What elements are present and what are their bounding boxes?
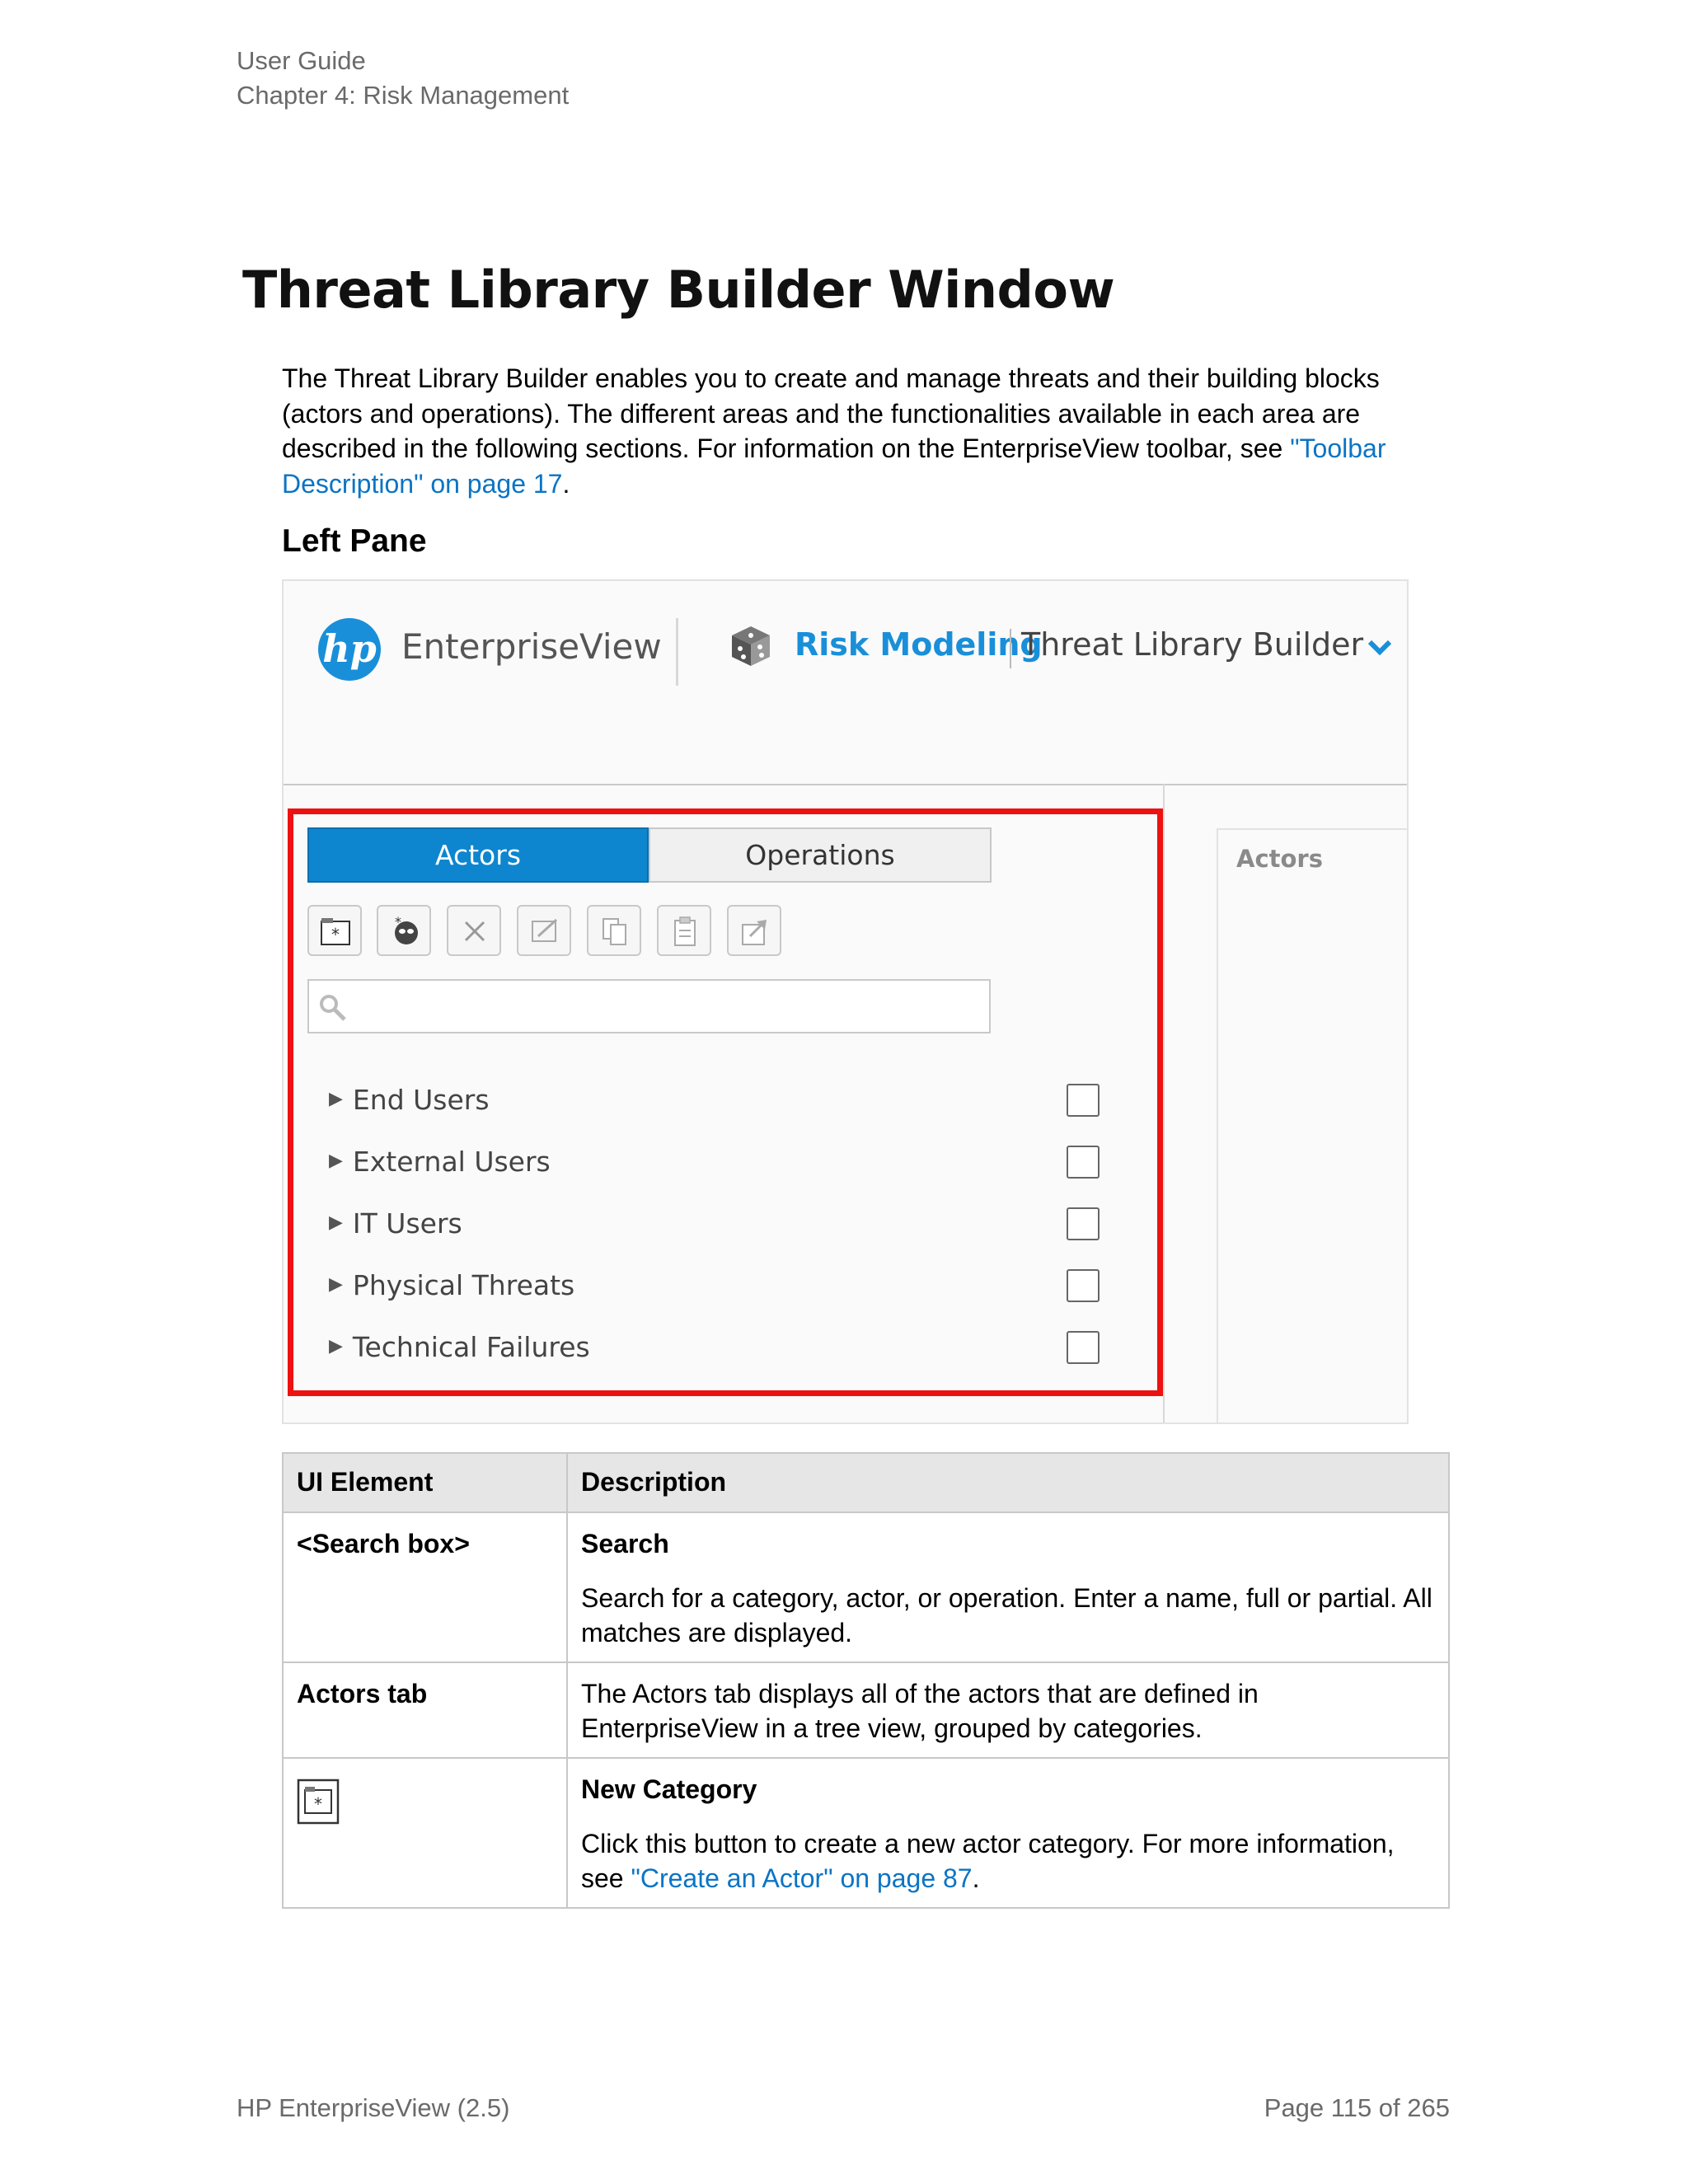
description-cell: The Actors tab displays all of the actor… [566, 1661, 1450, 1759]
new-category-icon: * [297, 1779, 340, 1825]
column-header-ui-element: UI Element [282, 1452, 568, 1513]
hp-logo-icon: hp [318, 618, 381, 681]
running-header-chapter: Chapter 4: Risk Management [237, 81, 570, 110]
intro-end: . [562, 468, 570, 499]
header-divider [676, 618, 678, 686]
table-row: Actors tab The Actors tab displays all o… [282, 1661, 1450, 1759]
section-heading: Left Pane [282, 523, 427, 559]
description-title: Search [581, 1529, 669, 1558]
footer-page-number: Page 115 of 265 [1264, 2093, 1450, 2122]
highlight-frame [288, 808, 1163, 1396]
description-text: Search for a category, actor, or operati… [581, 1583, 1432, 1647]
running-header-guide: User Guide [237, 46, 366, 75]
chevron-down-icon[interactable] [1363, 630, 1396, 663]
intro-paragraph: The Threat Library Builder enables you t… [282, 361, 1419, 501]
page-name: Threat Library Builder [1021, 626, 1364, 663]
table-row: <Search box> Search Search for a categor… [282, 1511, 1450, 1663]
table-header-row: UI Element Description [282, 1452, 1450, 1513]
description-title: New Category [581, 1774, 757, 1804]
ui-element-table: UI Element Description <Search box> Sear… [282, 1452, 1450, 1909]
right-pane-label: Actors [1236, 845, 1323, 873]
description-end: . [972, 1863, 980, 1893]
pane-splitter[interactable] [1163, 784, 1165, 1422]
ui-element-cell: * [282, 1757, 568, 1909]
brand-name: EnterpriseView [401, 626, 662, 667]
svg-text:*: * [314, 1794, 322, 1814]
footer-product: HP EnterpriseView (2.5) [237, 2093, 510, 2122]
table-row: * New Category Click this button to crea… [282, 1757, 1450, 1909]
left-pane-screenshot: hp EnterpriseView Risk Modeling Threat L… [282, 579, 1409, 1424]
page-title: Threat Library Builder Window [242, 260, 1115, 320]
description-cell: Search Search for a category, actor, or … [566, 1511, 1450, 1663]
title-separator [1010, 629, 1011, 668]
header-bottom-rule [284, 784, 1407, 785]
create-actor-link[interactable]: "Create an Actor" on page 87 [631, 1863, 972, 1893]
right-pane: Actors [1217, 828, 1407, 1422]
description-cell: New Category Click this button to create… [566, 1757, 1450, 1909]
module-name: Risk Modeling [795, 626, 1043, 663]
ui-element-cell: <Search box> [282, 1511, 568, 1663]
intro-text: The Threat Library Builder enables you t… [282, 363, 1380, 463]
ui-element-cell: Actors tab [282, 1661, 568, 1759]
description-text: The Actors tab displays all of the actor… [581, 1679, 1259, 1743]
description-text: Click this button to create a new actor … [581, 1826, 1435, 1896]
column-header-description: Description [566, 1452, 1450, 1513]
risk-modeling-dice-icon [732, 626, 770, 666]
